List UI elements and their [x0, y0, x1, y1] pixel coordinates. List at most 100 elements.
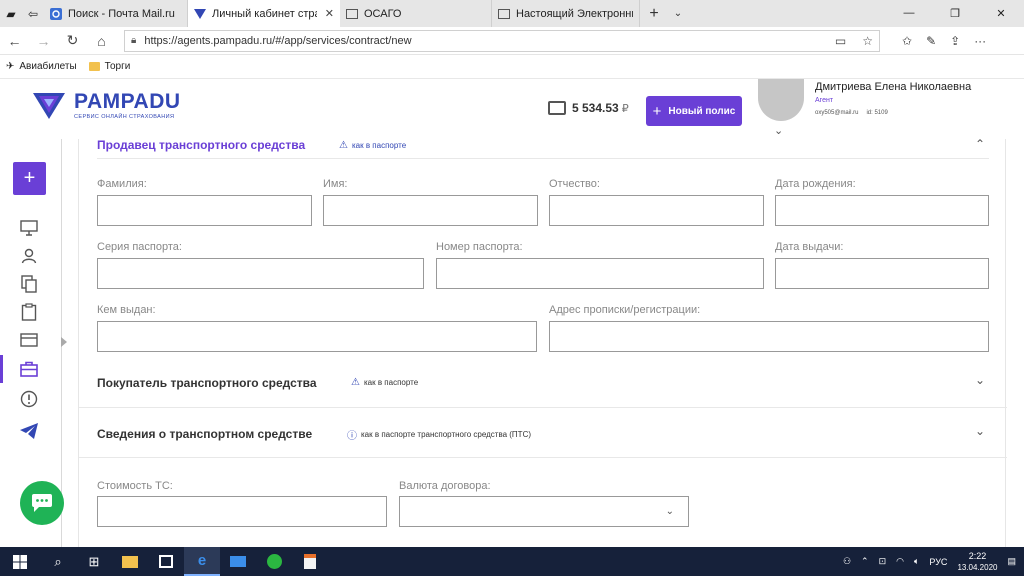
- new-tab-icon[interactable]: +: [640, 5, 668, 23]
- pampadu-logo[interactable]: PAMPADU СЕРВИС ОНЛАЙН СТРАХОВАНИЯ: [32, 90, 181, 120]
- edge-icon[interactable]: e: [184, 547, 220, 576]
- buyer-section-title[interactable]: Покупатель транспортного средства: [97, 376, 317, 390]
- store-icon[interactable]: [148, 547, 184, 576]
- browser-tab-osago[interactable]: ОСАГО: [340, 0, 492, 27]
- plane-icon: ✈: [6, 61, 15, 72]
- info-icon: ⓘ: [347, 431, 357, 442]
- reading-view-icon[interactable]: ▭: [835, 34, 846, 48]
- notifications-icon[interactable]: ▤: [1007, 556, 1016, 567]
- window-controls: — ❐ ✕: [886, 7, 1024, 20]
- avatar[interactable]: [758, 79, 804, 121]
- wifi-icon[interactable]: ◠: [896, 556, 904, 567]
- people-icon[interactable]: ⚇: [843, 556, 851, 567]
- tab-label: Поиск - Почта Mail.ru: [68, 7, 175, 20]
- logo-tagline: СЕРВИС ОНЛАЙН СТРАХОВАНИЯ: [74, 113, 175, 120]
- passport-number-input[interactable]: [436, 258, 764, 289]
- mail-icon[interactable]: [220, 547, 256, 576]
- wallet-icon: [548, 101, 566, 115]
- vehicle-section-title[interactable]: Сведения о транспортном средстве: [97, 427, 312, 441]
- monitor-icon[interactable]: [18, 217, 40, 239]
- browser-tab-electronic[interactable]: Настоящий Электронный Г: [492, 0, 640, 27]
- task-view-icon[interactable]: ⊞: [76, 547, 112, 576]
- passport-series-label: Серия паспорта:: [97, 241, 182, 253]
- close-window-icon[interactable]: ✕: [978, 7, 1024, 20]
- user-icon[interactable]: [18, 245, 40, 267]
- network-icon[interactable]: ⊡: [879, 556, 887, 567]
- vehicle-cost-input[interactable]: [97, 496, 387, 527]
- issue-date-label: Дата выдачи:: [775, 241, 844, 253]
- app-header: PAMPADU СЕРВИС ОНЛАЙН СТРАХОВАНИЯ 5 534.…: [0, 79, 1024, 139]
- notes-icon[interactable]: ✎: [926, 34, 936, 48]
- vehicle-expand-chevron-icon[interactable]: ⌄: [975, 424, 985, 438]
- more-icon[interactable]: ···: [974, 34, 986, 48]
- last-name-input[interactable]: [97, 195, 312, 226]
- new-policy-label: Новый полис: [668, 105, 736, 117]
- buyer-expand-chevron-icon[interactable]: ⌄: [975, 373, 985, 387]
- clock[interactable]: 2:22 13.04.2020: [957, 551, 997, 573]
- patronymic-input[interactable]: [549, 195, 764, 226]
- home-icon[interactable]: ⌂: [87, 33, 116, 49]
- seller-section-title[interactable]: Продавец транспортного средства: [97, 138, 305, 152]
- page-favicon-icon: [346, 8, 358, 19]
- url-text: https://agents.pampadu.ru/#/app/services…: [144, 34, 412, 47]
- buyer-hint-text: как в паспорте: [363, 378, 419, 387]
- address-bar: ← → ↻ ⌂ 🔒︎ https://agents.pampadu.ru/#/a…: [0, 27, 1024, 55]
- divider: [79, 407, 1007, 408]
- bookmark-label: Торги: [104, 61, 131, 72]
- whatsapp-icon[interactable]: [256, 547, 292, 576]
- lock-icon: 🔒︎: [131, 35, 137, 46]
- issued-by-input[interactable]: [97, 321, 537, 352]
- balance-widget[interactable]: 5 534.53 ₽: [548, 101, 629, 115]
- windows-start-icon[interactable]: [0, 547, 40, 576]
- user-menu-chevron-icon[interactable]: ⌄: [774, 124, 783, 137]
- card-icon[interactable]: [18, 329, 40, 351]
- address-input[interactable]: [549, 321, 989, 352]
- keyboard-language[interactable]: РУС: [929, 557, 947, 567]
- url-field[interactable]: 🔒︎ https://agents.pampadu.ru/#/app/servi…: [124, 29, 880, 52]
- bookmark-tenders[interactable]: Торги: [88, 61, 131, 72]
- tab-actions-icon[interactable]: ▰: [0, 0, 22, 27]
- birth-date-input[interactable]: [775, 195, 989, 226]
- search-icon[interactable]: ⌕: [40, 547, 76, 576]
- restore-icon[interactable]: ❐: [932, 7, 978, 20]
- passport-series-input[interactable]: [97, 258, 424, 289]
- system-tray: ⚇ ⌃ ⊡ ◠ 🔈︎ РУС 2:22 13.04.2020 ▤: [843, 551, 1024, 573]
- share-icon[interactable]: ⇪: [950, 34, 960, 48]
- seller-collapse-icon[interactable]: ⌃: [975, 137, 985, 151]
- copy-icon[interactable]: [18, 273, 40, 295]
- seller-hint: ⚠ как в паспорте: [339, 140, 406, 151]
- minimize-icon[interactable]: —: [886, 7, 932, 20]
- new-policy-button[interactable]: + Новый полис: [646, 96, 742, 126]
- issue-date-input[interactable]: [775, 258, 989, 289]
- document-icon[interactable]: [292, 547, 328, 576]
- first-name-input[interactable]: [323, 195, 538, 226]
- close-tab-icon[interactable]: ✕: [325, 7, 334, 20]
- alert-icon[interactable]: [18, 388, 40, 410]
- seller-hint-text: как в паспорте: [351, 141, 407, 150]
- clipboard-icon[interactable]: [18, 301, 40, 323]
- favorite-star-icon[interactable]: ☆: [862, 34, 873, 48]
- chat-button[interactable]: [20, 481, 64, 525]
- telegram-icon[interactable]: [18, 420, 40, 442]
- user-name: Дмитриева Елена Николаевна: [815, 81, 972, 93]
- warning-icon: ⚠: [351, 377, 360, 388]
- browser-tab-cabinet[interactable]: Личный кабинет страх ✕: [188, 0, 340, 27]
- refresh-icon[interactable]: ↻: [58, 32, 87, 49]
- browser-tab-bar: ▰ ⇦ Поиск - Почта Mail.ru Личный кабинет…: [0, 0, 1024, 27]
- set-aside-tabs-icon[interactable]: ⇦: [22, 0, 44, 27]
- file-explorer-icon[interactable]: [112, 547, 148, 576]
- briefcase-icon[interactable]: [18, 358, 40, 380]
- passport-number-label: Номер паспорта:: [436, 241, 523, 253]
- sidebar-add-button[interactable]: +: [13, 162, 46, 195]
- forward-icon[interactable]: →: [29, 33, 58, 49]
- sidebar-expand-icon[interactable]: [61, 337, 67, 347]
- contract-currency-select[interactable]: ⌄: [399, 496, 689, 527]
- favorites-icon[interactable]: ✩: [902, 34, 912, 48]
- bookmark-flights[interactable]: ✈ Авиабилеты: [6, 61, 77, 72]
- volume-icon[interactable]: 🔈︎: [914, 556, 919, 567]
- tray-chevron-icon[interactable]: ⌃: [861, 556, 869, 567]
- divider: [79, 457, 1007, 458]
- back-icon[interactable]: ←: [0, 33, 29, 49]
- browser-tab-mail[interactable]: Поиск - Почта Mail.ru: [44, 0, 188, 27]
- tab-list-chevron-icon[interactable]: ⌄: [668, 8, 688, 19]
